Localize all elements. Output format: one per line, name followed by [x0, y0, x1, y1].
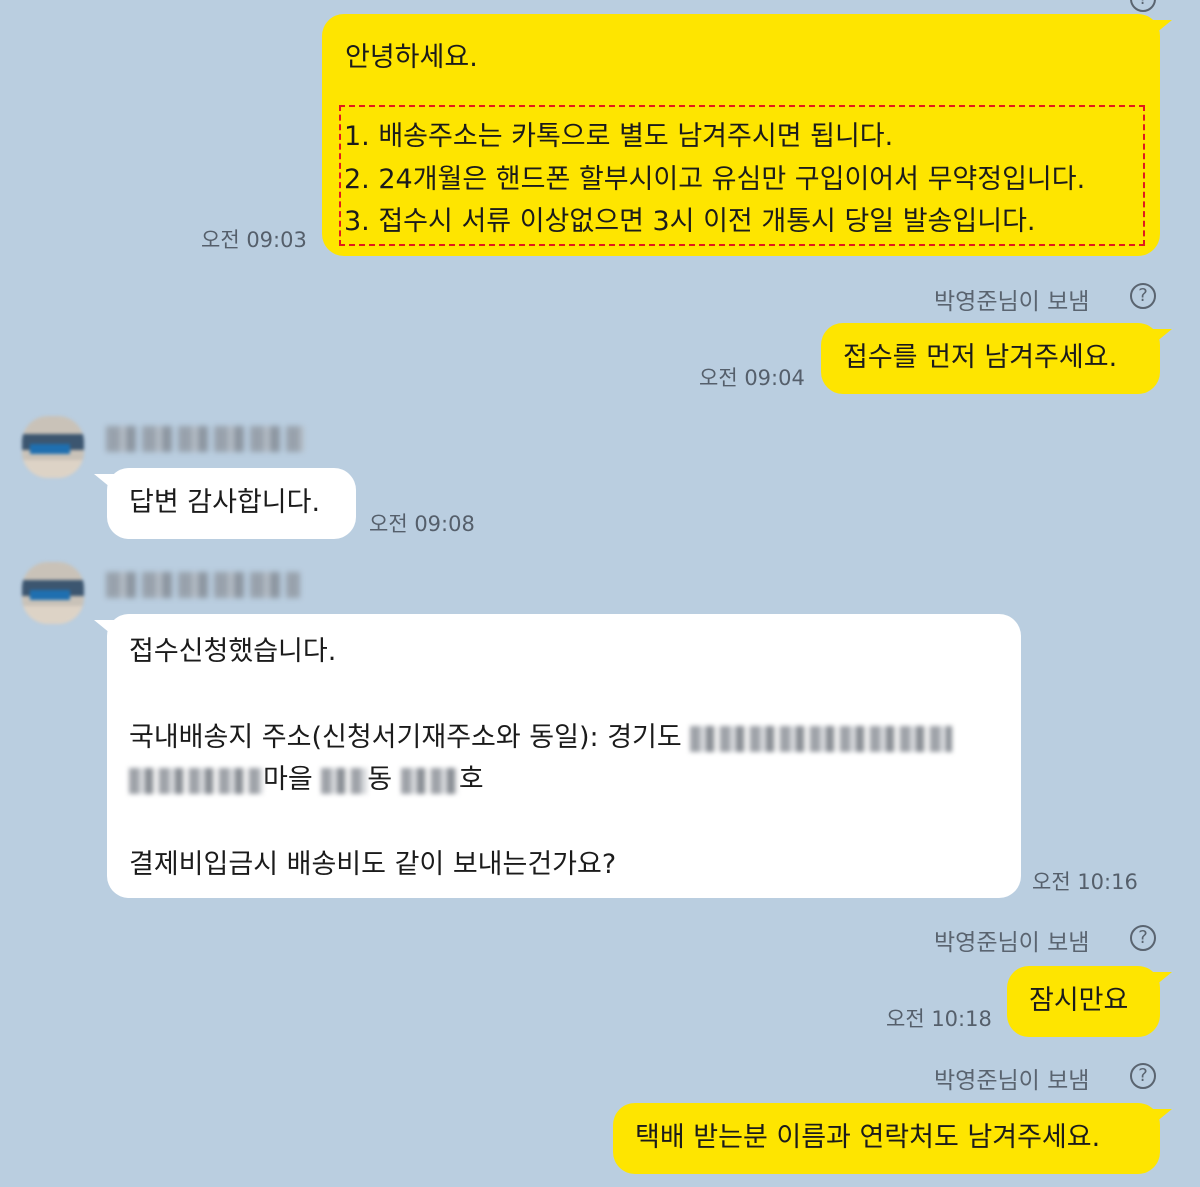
question-circle-icon[interactable]: ? [1130, 925, 1156, 951]
message-bubble-sent[interactable]: 접수를 먼저 남겨주세요. [821, 323, 1160, 394]
sender-note: 박영준님이 보냄 [934, 1068, 1090, 1094]
message-text: 1. 배송주소는 카톡으로 별도 남겨주시면 됩니다. [344, 121, 894, 152]
message-time: 오전 10:16 [1032, 870, 1138, 894]
message-bubble-sent[interactable]: 택배 받는분 이름과 연락처도 남겨주세요. [613, 1103, 1160, 1174]
address-text: 국내배송지 주소(신청서기재주소와 동일): 경기도 [129, 722, 682, 753]
message-text: 마을 동 호 [129, 759, 484, 801]
sender-note: 박영준님이 보냄 [934, 930, 1090, 956]
message-time: 오전 09:03 [201, 228, 307, 252]
message-text: 답변 감사합니다. [129, 487, 321, 518]
message-text: 결제비입금시 배송비도 같이 보내는건가요? [129, 849, 617, 880]
address-text: 호 [458, 764, 484, 795]
message-text: 국내배송지 주소(신청서기재주소와 동일): 경기도 [129, 717, 953, 759]
question-circle-icon[interactable]: ? [1130, 0, 1156, 12]
bubble-tail [94, 474, 116, 492]
message-text: 택배 받는분 이름과 연락처도 남겨주세요. [635, 1122, 1101, 1153]
message-bubble-received[interactable]: 답변 감사합니다. [107, 468, 356, 539]
bubble-tail [1150, 329, 1172, 347]
address-redacted [690, 725, 953, 752]
message-text: 접수를 먼저 남겨주세요. [843, 342, 1118, 373]
message-text: 안녕하세요. [345, 42, 478, 73]
bubble-tail [1150, 972, 1172, 990]
address-redacted [400, 767, 459, 794]
question-circle-icon[interactable]: ? [1130, 1063, 1156, 1089]
profile-avatar[interactable] [22, 562, 84, 624]
address-text: 동 [367, 764, 393, 795]
bubble-tail [1150, 1109, 1172, 1127]
profile-avatar[interactable] [22, 416, 84, 478]
message-text: 접수신청했습니다. [129, 636, 337, 667]
message-text: 2. 24개월은 핸드폰 할부시이고 유심만 구입이어서 무약정입니다. [344, 164, 1086, 195]
bubble-tail [94, 620, 116, 638]
sender-note: 박영준님이 보냄 [934, 289, 1090, 315]
message-time: 오전 09:08 [369, 512, 475, 536]
message-bubble-received[interactable]: 접수신청했습니다. 국내배송지 주소(신청서기재주소와 동일): 경기도 마을 … [107, 614, 1021, 898]
address-redacted [321, 767, 368, 794]
address-text: 마을 [263, 764, 313, 795]
message-text: 3. 접수시 서류 이상없으면 3시 이전 개통시 당일 발송입니다. [344, 206, 1036, 237]
sender-name-redacted [106, 572, 300, 598]
message-text: 잠시만요 [1029, 985, 1129, 1016]
bubble-tail [1150, 20, 1172, 38]
message-time: 오전 10:18 [886, 1007, 992, 1031]
message-bubble-sent[interactable]: 안녕하세요. 1. 배송주소는 카톡으로 별도 남겨주시면 됩니다. 2. 24… [322, 14, 1160, 256]
address-redacted [129, 767, 263, 794]
message-bubble-sent[interactable]: 잠시만요 [1007, 966, 1160, 1037]
question-circle-icon[interactable]: ? [1130, 283, 1156, 309]
message-time: 오전 09:04 [699, 366, 805, 390]
sender-name-redacted [106, 426, 304, 452]
